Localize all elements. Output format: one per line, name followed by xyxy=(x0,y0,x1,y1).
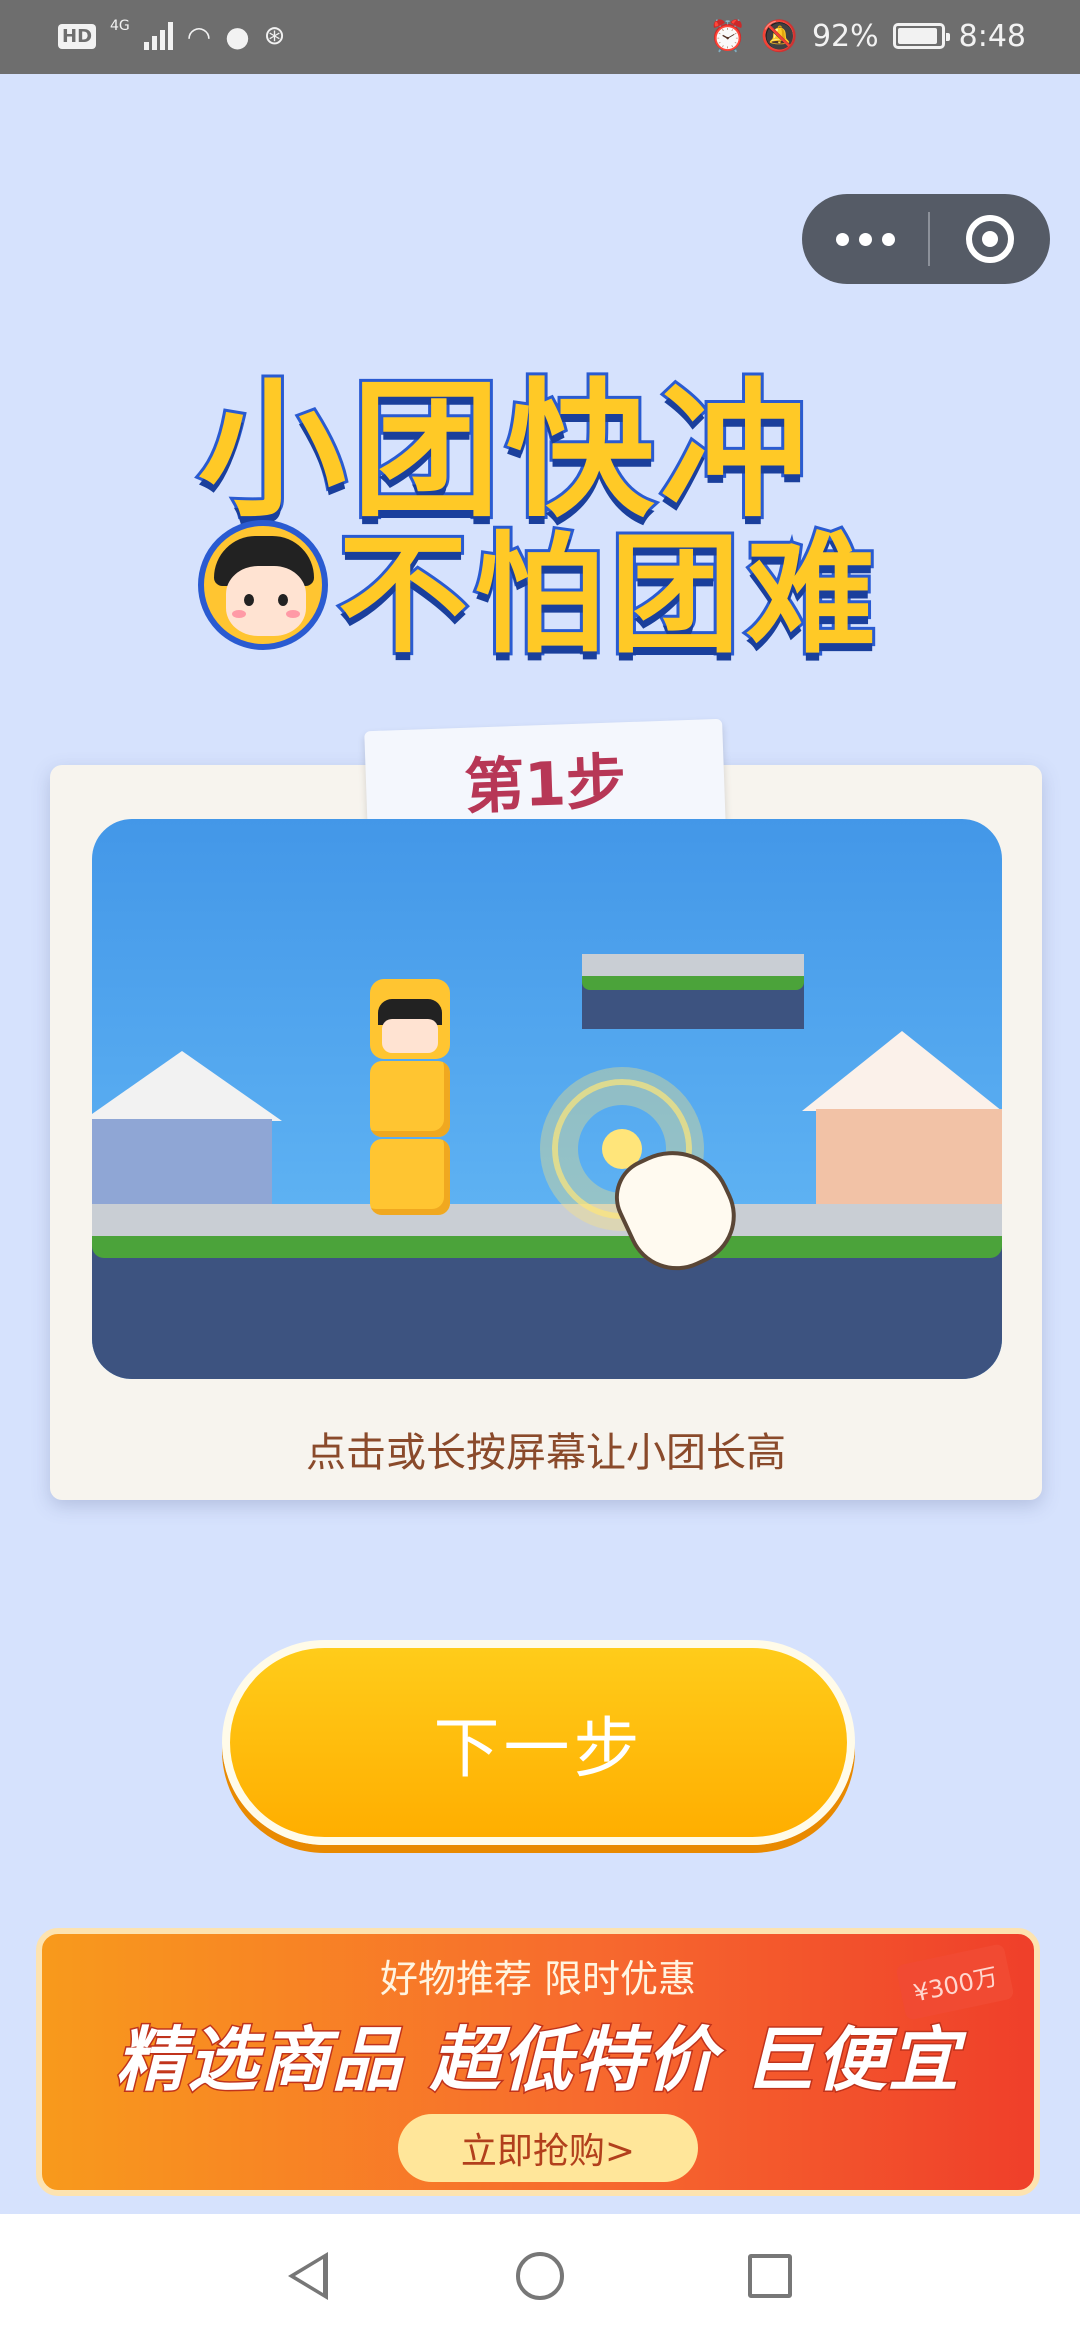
mute-icon: 🔕 xyxy=(760,18,798,54)
capsule-close-button[interactable] xyxy=(930,215,1050,263)
battery-percent: 92% xyxy=(811,18,879,54)
ad-subtitle: 好物推荐 限时优惠 xyxy=(379,1957,697,2001)
more-dots-icon[interactable] xyxy=(802,232,928,246)
game-logo: 小团快冲 不怕团难 xyxy=(195,320,888,674)
battery-icon xyxy=(892,23,950,49)
ad-buy-button[interactable]: 立即抢购> xyxy=(398,2114,698,2182)
network-type: 4G xyxy=(110,18,130,34)
wifi-icon: ◠ xyxy=(186,19,212,53)
ad-banner[interactable]: 好物推荐 限时优惠 精选商品 超低特价 巨便宜 ¥300万 立即抢购> xyxy=(36,1928,1040,2196)
next-step-button[interactable]: 下一步 xyxy=(222,1640,855,1845)
ad-buy-label: 立即抢购> xyxy=(460,2131,636,2172)
back-triangle-icon[interactable] xyxy=(288,2252,328,2300)
status-left: HD 4G ◠ ● ⊛ xyxy=(58,16,285,56)
qq-icon: ● xyxy=(225,19,250,53)
character-tower xyxy=(370,979,450,1215)
house-right-icon xyxy=(802,1031,1002,1206)
miniprogram-capsule xyxy=(802,194,1050,284)
clock: 8:48 xyxy=(958,18,1026,54)
tutorial-caption: 点击或长按屏幕让小团长高 xyxy=(306,1430,786,1476)
alarm-icon: ⏰ xyxy=(709,18,747,54)
status-bar: HD 4G ◠ ● ⊛ ⏰ 🔕 92% 8:48 xyxy=(0,0,1080,74)
tutorial-illustration xyxy=(92,819,1002,1379)
status-right: ⏰ 🔕 92% 8:48 xyxy=(709,16,1026,56)
floating-platform xyxy=(582,954,804,1029)
home-circle-icon[interactable] xyxy=(516,2252,564,2300)
hd-icon: HD xyxy=(58,23,97,49)
character-head-icon xyxy=(370,979,450,1059)
notification-icon: ⊛ xyxy=(263,21,286,51)
target-close-icon xyxy=(966,215,1014,263)
house-left-icon xyxy=(92,1051,292,1206)
tutorial-card: 第1步 点击或长按屏幕让小团长高 xyxy=(50,718,1042,1500)
signal-icon xyxy=(143,22,173,50)
step-label: 第1步 xyxy=(463,746,628,823)
grass xyxy=(92,1236,1002,1258)
mascot-icon xyxy=(198,520,328,650)
logo-line-2: 不怕团难 xyxy=(335,516,883,674)
ad-headline: 精选商品 超低特价 巨便宜 xyxy=(114,2018,961,2103)
recents-square-icon[interactable] xyxy=(748,2254,792,2298)
road xyxy=(92,1204,1002,1236)
system-nav-bar xyxy=(0,2214,1080,2340)
coupon-text: ¥300万 xyxy=(910,1961,1001,2007)
next-step-label: 下一步 xyxy=(433,1709,644,1787)
